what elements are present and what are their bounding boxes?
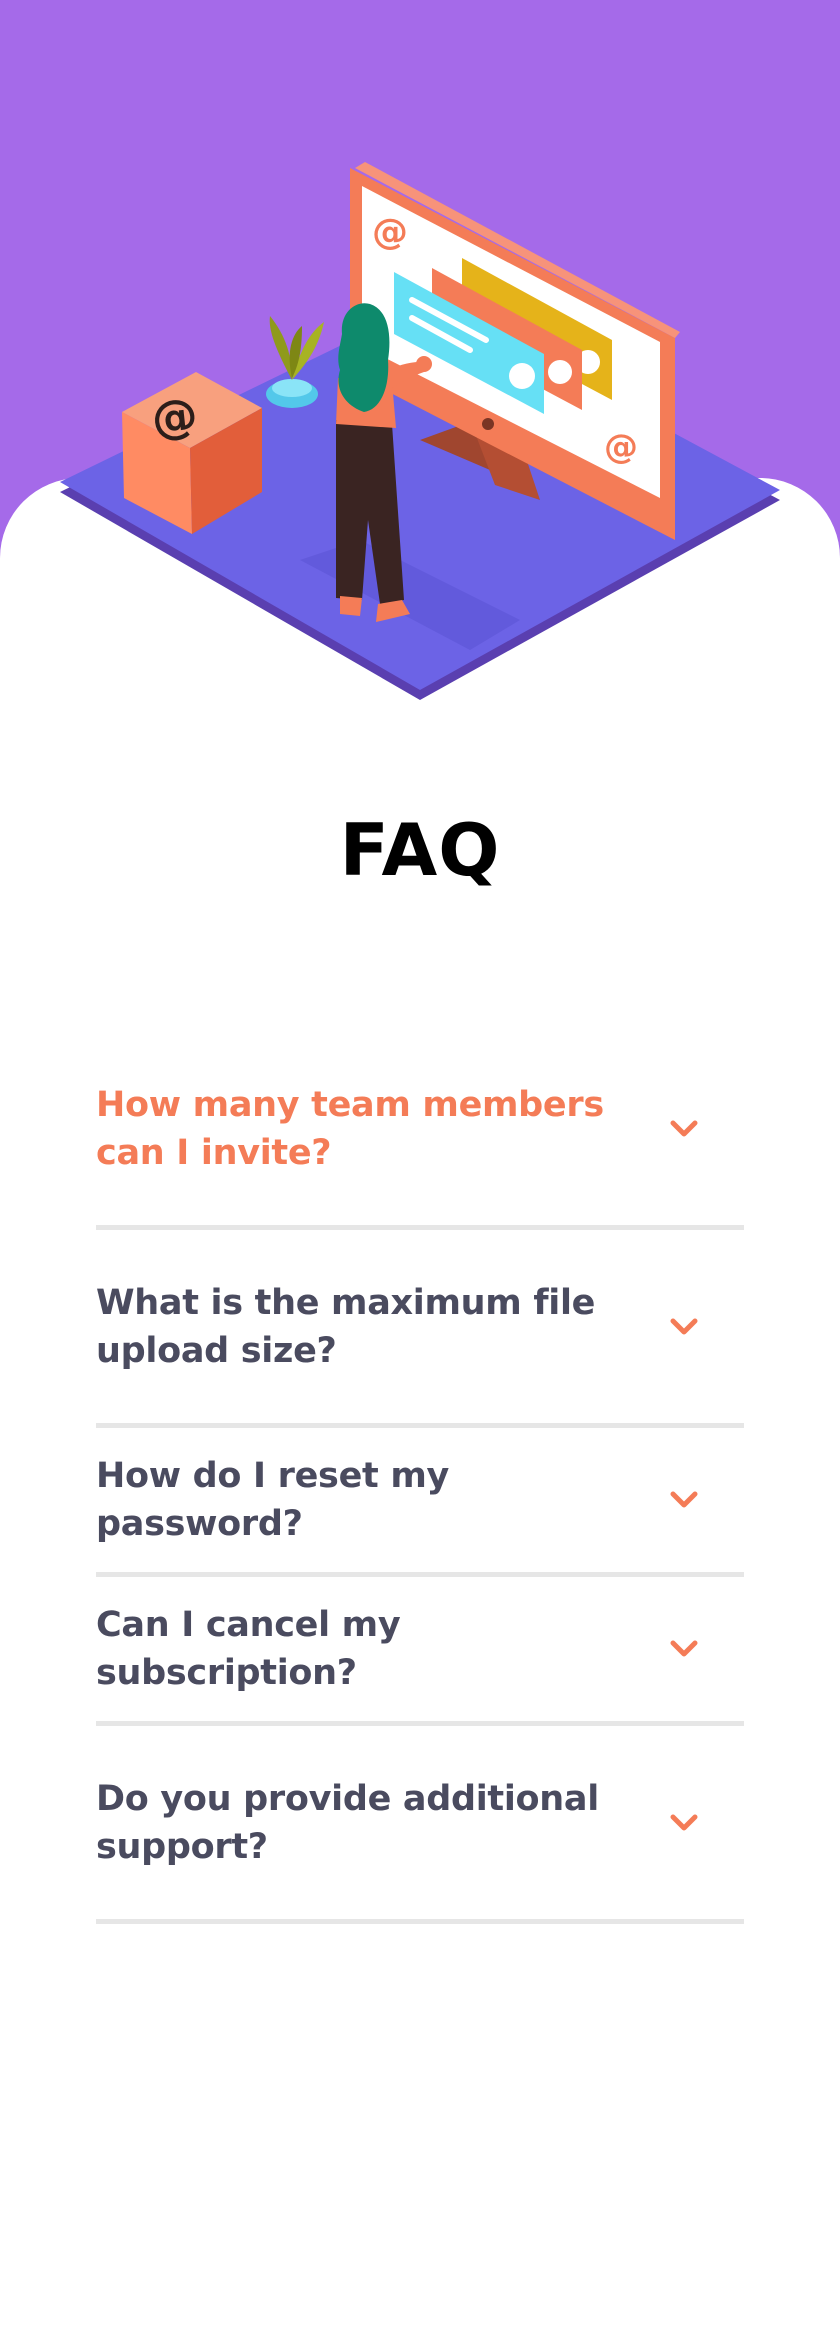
faq-question[interactable]: Can I cancel my subscription?	[96, 1601, 636, 1697]
faq-question[interactable]: How many team members can I invite?	[96, 1081, 636, 1177]
svg-text:@: @	[604, 427, 638, 467]
faq-item[interactable]: How do I reset my password?	[96, 1428, 744, 1577]
chevron-down-icon[interactable]	[664, 1109, 704, 1149]
faq-question[interactable]: How do I reset my password?	[96, 1452, 636, 1548]
page-title: FAQ	[339, 808, 501, 892]
faq-item[interactable]: What is the maximum file upload size?	[96, 1230, 744, 1428]
faq-item[interactable]: Do you provide additional support?	[96, 1726, 744, 1924]
faq-item[interactable]: How many team members can I invite?	[96, 1032, 744, 1230]
svg-text:@: @	[149, 387, 200, 446]
faq-question[interactable]: What is the maximum file upload size?	[96, 1279, 636, 1375]
faq-item[interactable]: Can I cancel my subscription?	[96, 1577, 744, 1726]
faq-list: How many team members can I invite? What…	[96, 1032, 744, 1924]
chevron-down-icon[interactable]	[664, 1629, 704, 1669]
faq-page: @ @ @ FAQ How many team members can I in…	[0, 0, 840, 2340]
chevron-down-icon[interactable]	[664, 1480, 704, 1520]
chevron-down-icon[interactable]	[664, 1307, 704, 1347]
svg-text:@: @	[372, 212, 408, 253]
hero-illustration: @ @ @	[60, 162, 780, 700]
faq-question[interactable]: Do you provide additional support?	[96, 1775, 636, 1871]
chevron-down-icon[interactable]	[664, 1803, 704, 1843]
